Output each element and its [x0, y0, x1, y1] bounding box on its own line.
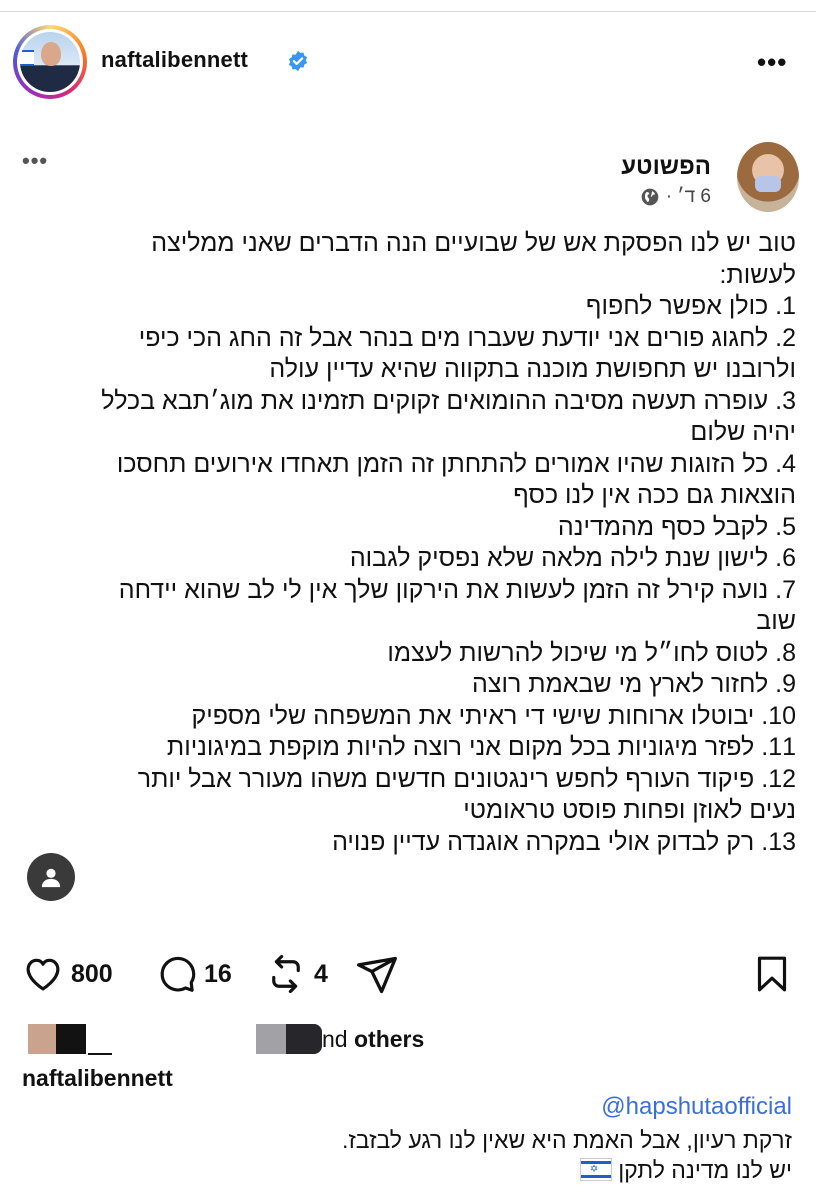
like-count[interactable]: 800 — [71, 960, 113, 989]
repost-count[interactable]: 4 — [314, 960, 328, 989]
post-line: יהיה שלום — [690, 418, 796, 446]
top-divider — [0, 11, 816, 12]
embed-avatar-mask — [755, 176, 781, 192]
embed-author-avatar — [737, 142, 799, 212]
user-icon — [41, 868, 61, 888]
comment-icon[interactable] — [155, 953, 197, 995]
post-line: 3. עופרה תעשה מסיבה ההומואים זקוקים תזמי… — [101, 386, 796, 415]
post-line: נעים לאוזן ופחות פוסט טראומטי — [463, 796, 796, 824]
like-action[interactable]: 800 — [22, 951, 113, 997]
caption-line-2: יש לנו מדינה לתקן ✡ — [32, 1155, 792, 1185]
liker-avatar — [256, 1024, 286, 1054]
globe-icon — [641, 188, 659, 206]
liker-avatar — [56, 1024, 86, 1054]
share-icon[interactable] — [355, 953, 399, 997]
post-line: שוב — [756, 607, 796, 635]
post-line: 4. כל הזוגות שהיו אמורים להתחתן זה הזמן … — [116, 449, 796, 478]
avatar-frame — [17, 29, 83, 95]
post-line: 13. רק לבדוק אולי במקרה אוגנדה עדיין פנו… — [332, 827, 796, 856]
caption-text: זרקת רעיון, אבל האמת היא שאין לנו רגע לב… — [32, 1125, 792, 1185]
verified-badge-icon — [288, 50, 308, 72]
embed-meta: 6 ד׳ · — [640, 186, 711, 208]
embed-post-text: טוב יש לנו הפסקת אש של שבועיים הנה הדברי… — [16, 228, 796, 858]
post-line: 5. לקבל כסף מהמדינה — [557, 512, 796, 541]
embed-timestamp: 6 ד׳ · — [665, 186, 711, 207]
bookmark-icon[interactable] — [752, 952, 792, 996]
post-line: 7. נועה קירל זה הזמן לעשות את הירקון שלך… — [118, 575, 796, 604]
post-line: ולרובנו יש תחפושת מוכנה בתקווה שהיא עדיי… — [269, 355, 796, 383]
post-line: לעשות: — [719, 260, 796, 289]
post-line: 11. לפזר מיגוניות בכל מקום אני רוצה להיו… — [166, 733, 796, 761]
post-line: 10. יבוטלו ארוחות שישי די ראיתי את המשפח… — [191, 701, 796, 730]
liked-by-others[interactable]: others — [354, 1026, 424, 1052]
post-line: 8. לטוס לחו״ל מי שיכול להרשות לעצמו — [387, 638, 796, 667]
repost-icon[interactable] — [265, 953, 307, 995]
caption-line-1: זרקת רעיון, אבל האמת היא שאין לנו רגע לב… — [341, 1127, 792, 1153]
liked-by-prefix: nd — [322, 1026, 354, 1052]
repost-action[interactable]: 4 — [265, 951, 328, 997]
liker-avatar — [286, 1024, 322, 1054]
caption-mention-link[interactable]: @hapshutaofficial — [601, 1093, 792, 1121]
profile-avatar[interactable] — [13, 25, 87, 99]
comment-count[interactable]: 16 — [204, 960, 232, 989]
post-line: הוצאות גם ככה אין לנו כסף — [513, 481, 796, 509]
caption-line-2-text: יש לנו מדינה לתקן — [618, 1157, 792, 1183]
more-horizontal-icon[interactable]: ••• — [757, 49, 787, 75]
avatar-head — [41, 42, 61, 66]
embed-author-name: הפשוטע — [621, 153, 711, 180]
caption-username[interactable]: naftalibennett — [22, 1065, 173, 1092]
liker-avatar — [88, 1053, 112, 1055]
post-line: 1. כולן אפשר לחפוף — [585, 292, 796, 320]
post-line: 2. לחגוג פורים אני יודעת שעברו מים בנהר … — [138, 323, 796, 352]
liker-avatar — [28, 1024, 56, 1054]
post-line: 9. לחזור לארץ מי שבאמת רוצה — [472, 670, 796, 698]
israel-flag-icon: ✡ — [579, 1158, 612, 1181]
liked-by-text[interactable]: nd others — [322, 1026, 424, 1053]
heart-icon[interactable] — [22, 953, 64, 995]
avatar-photo — [20, 32, 80, 92]
post-line: 12. פיקוד העורף לחפש רינגטונים חדשים משה… — [137, 764, 796, 793]
comment-action[interactable]: 16 — [155, 951, 232, 997]
tagged-users-button[interactable] — [27, 853, 75, 901]
post-line: טוב יש לנו הפסקת אש של שבועיים הנה הדברי… — [151, 229, 796, 257]
flag-icon — [20, 50, 34, 66]
header-username[interactable]: naftalibennett — [101, 47, 248, 73]
post-line: 6. לישון שנת לילה מלאה שלא נפסיק לגבוה — [349, 544, 796, 572]
embed-more-icon: ••• — [22, 148, 49, 173]
